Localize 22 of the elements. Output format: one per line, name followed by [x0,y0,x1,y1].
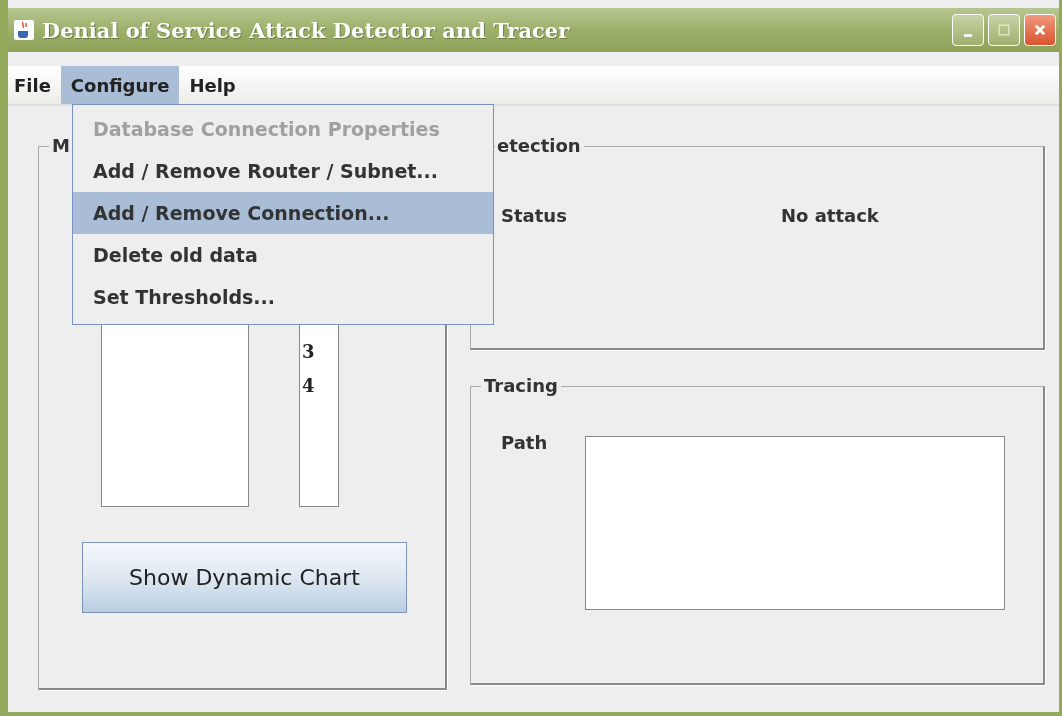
minimize-icon [964,33,972,37]
maximize-icon [998,24,1010,36]
coffee-cup-icon [14,20,34,40]
menu-bar-item[interactable]: Configure [60,66,180,104]
show-chart-button[interactable]: Show Dynamic Chart [82,542,407,613]
menu-bar-item[interactable]: Help [179,66,246,104]
menu-bar-item[interactable]: File [8,66,61,104]
status-label: Status [501,205,568,226]
path-label: Path [501,432,548,453]
panel-title: Tracing [481,375,561,396]
minimize-button[interactable] [952,14,984,46]
window-title: Denial of Service Attack Detector and Tracer [42,17,571,43]
close-icon [1033,23,1047,37]
list-item[interactable]: 4 [302,372,338,406]
menu-item[interactable]: Add / Remove Connection... [73,192,493,234]
list-item[interactable]: 3 [302,338,338,372]
menu-item[interactable]: Delete old data [73,234,493,276]
status-value: No attack [781,205,879,226]
path-field[interactable] [585,436,1006,610]
close-button[interactable] [1024,14,1056,46]
maximize-button[interactable] [988,14,1020,46]
menu-item[interactable]: Add / Remove Router / Subnet... [73,150,493,192]
